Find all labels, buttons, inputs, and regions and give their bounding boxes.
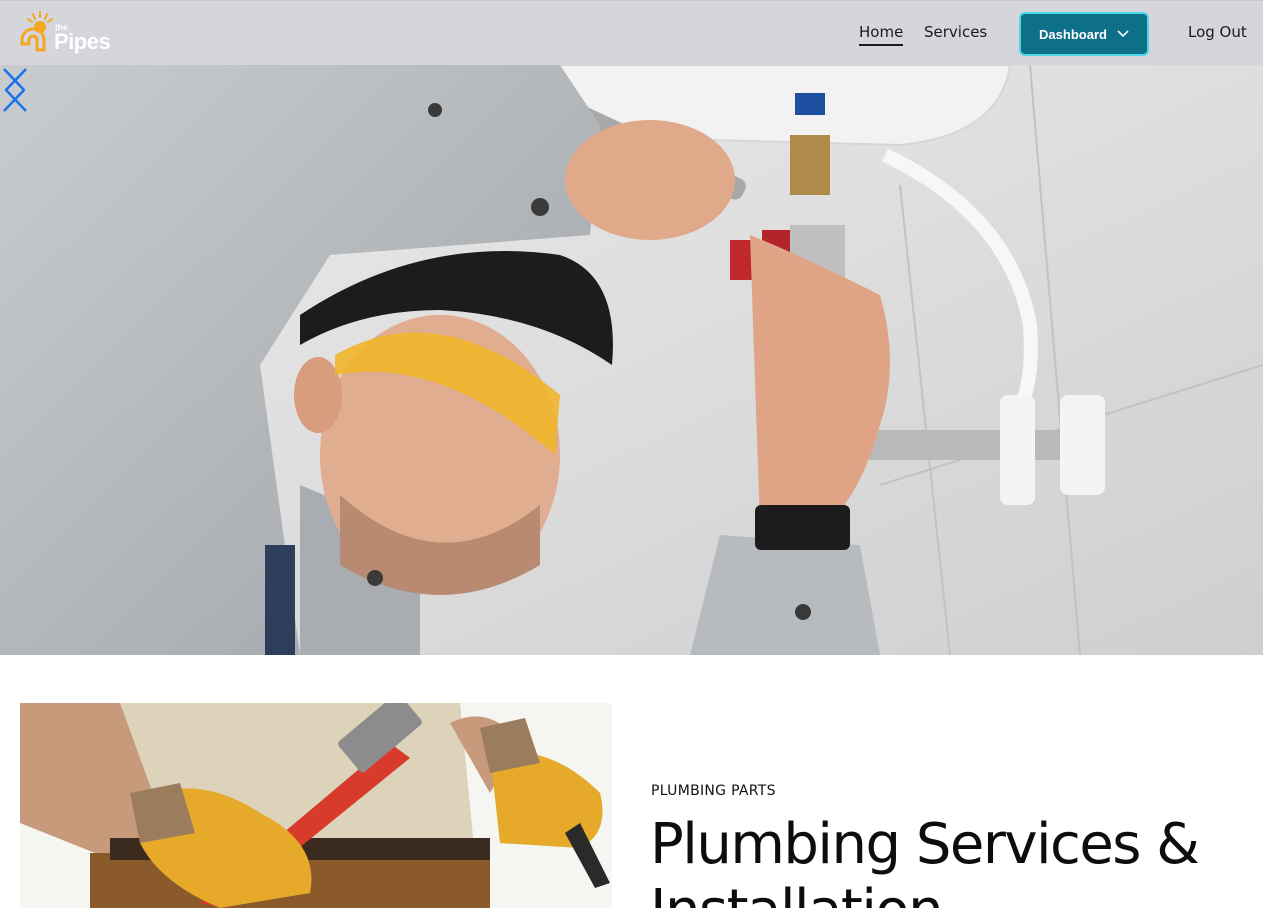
dashboard-dropdown-button[interactable]: Dashboard: [1019, 12, 1149, 56]
section-heading: Plumbing Services & Installation: [650, 812, 1200, 908]
hero-carousel: [0, 65, 1263, 655]
chevron-down-icon: [1117, 30, 1129, 38]
navbar: the Pipes Home Services Dashboard Log Ou…: [0, 0, 1263, 65]
plumber-tools-image: [20, 703, 612, 908]
sun-pipe-icon: [20, 11, 53, 52]
brand-logo[interactable]: the Pipes: [18, 10, 118, 56]
hero-plumber-image: [0, 65, 1263, 655]
dashboard-button-label: Dashboard: [1039, 26, 1107, 42]
brand-name: Pipes: [54, 29, 111, 54]
nav-home-link[interactable]: Home: [859, 23, 904, 46]
logout-link[interactable]: Log Out: [1188, 23, 1247, 41]
section-eyebrow: PLUMBING PARTS: [651, 783, 776, 799]
plumbing-parts-image: [20, 703, 612, 908]
nav-services-link[interactable]: Services: [924, 23, 987, 41]
carousel-next-arrow[interactable]: [0, 65, 30, 115]
